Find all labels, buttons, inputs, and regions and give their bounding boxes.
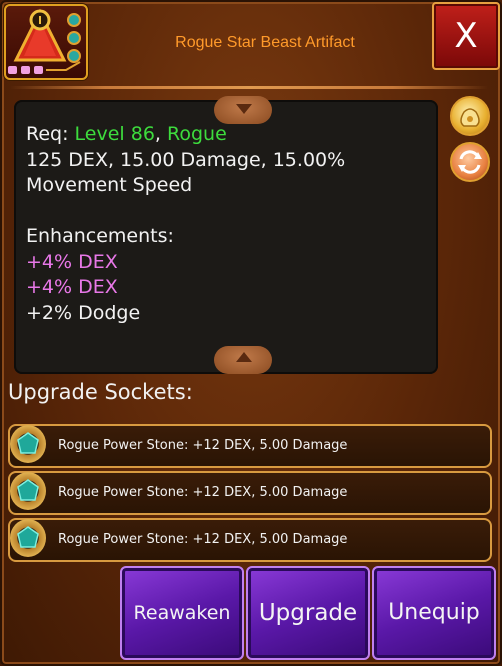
- enhancement-item: +2% Dodge: [26, 301, 141, 324]
- req-class: Rogue: [167, 123, 227, 145]
- header-divider: [10, 86, 488, 89]
- reawaken-button[interactable]: Reawaken: [120, 566, 244, 660]
- enhancements-label: Enhancements:: [26, 225, 174, 247]
- socket-label: Rogue Power Stone: +12 DEX, 5.00 Damage: [58, 485, 348, 500]
- coin-bag-icon[interactable]: [450, 96, 490, 136]
- scroll-down-button[interactable]: [214, 346, 272, 374]
- stats-line-2: Movement Speed: [26, 174, 193, 196]
- swap-icon[interactable]: [450, 142, 490, 182]
- socket-row[interactable]: Rogue Power Stone: +12 DEX, 5.00 Damage: [8, 424, 492, 468]
- description-text: Req: Level 86, Rogue 125 DEX, 15.00 Dama…: [26, 122, 426, 326]
- sockets-title: Upgrade Sockets:: [8, 380, 193, 404]
- power-stone-icon: [10, 425, 46, 463]
- socket-label: Rogue Power Stone: +12 DEX, 5.00 Damage: [58, 438, 348, 453]
- req-level: Level 86: [74, 123, 155, 145]
- enhancement-item: +4% DEX: [26, 276, 118, 298]
- artifact-icon: [4, 4, 88, 80]
- close-button[interactable]: X: [432, 2, 500, 70]
- socket-label: Rogue Power Stone: +12 DEX, 5.00 Damage: [58, 532, 348, 547]
- upgrade-button[interactable]: Upgrade: [246, 566, 370, 660]
- unequip-button[interactable]: Unequip: [372, 566, 496, 660]
- socket-row[interactable]: Rogue Power Stone: +12 DEX, 5.00 Damage: [8, 471, 492, 515]
- socket-row[interactable]: Rogue Power Stone: +12 DEX, 5.00 Damage: [8, 518, 492, 562]
- power-stone-icon: [10, 472, 46, 510]
- requirement-line: Req: Level 86, Rogue: [26, 123, 227, 145]
- scroll-up-button[interactable]: [214, 96, 272, 124]
- power-stone-icon: [10, 519, 46, 557]
- enhancement-item: +4% DEX: [26, 250, 118, 273]
- req-label: Req:: [26, 123, 69, 145]
- item-title: Rogue Star Beast Artifact: [175, 34, 355, 51]
- description-panel[interactable]: Req: Level 86, Rogue 125 DEX, 15.00 Dama…: [14, 96, 438, 374]
- stats-line-1: 125 DEX, 15.00 Damage, 15.00%: [26, 148, 346, 171]
